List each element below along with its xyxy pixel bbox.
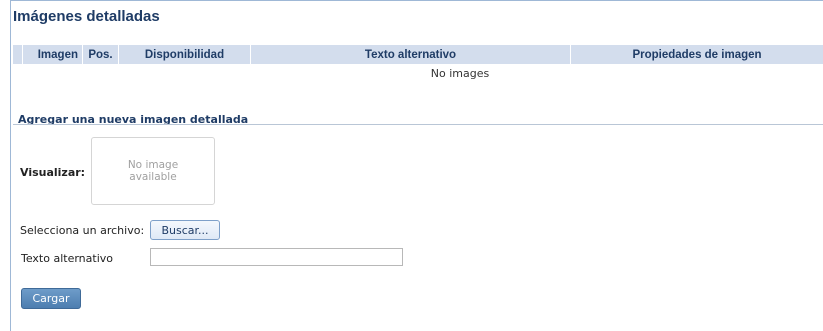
alt-text-input[interactable] — [150, 248, 403, 266]
column-header-availability: Disponibilidad — [119, 45, 251, 64]
upload-button[interactable]: Cargar — [21, 288, 81, 309]
images-table-header: Imagen Pos. Disponibilidad Texto alterna… — [13, 45, 823, 64]
column-header-image-properties: Propiedades de imagen — [632, 48, 762, 61]
section-divider — [13, 124, 823, 125]
preview-label: Visualizar: — [20, 166, 86, 179]
column-header-alt-text: Texto alternativo — [251, 45, 571, 64]
preview-placeholder: No image available — [128, 159, 178, 183]
preview-placeholder-line2: available — [129, 171, 177, 183]
browse-button[interactable]: Buscar... — [150, 220, 220, 240]
empty-table-message: No images — [430, 67, 490, 80]
header-spacer — [13, 45, 23, 64]
file-select-label: Selecciona un archivo: — [20, 224, 145, 237]
alt-text-label: Texto alternativo — [21, 252, 114, 265]
image-preview-box: No image available — [91, 137, 215, 205]
column-header-position: Pos. — [83, 45, 119, 64]
page-title: Imágenes detalladas — [13, 8, 160, 25]
preview-placeholder-line1: No image — [127, 159, 179, 171]
column-header-image: Imagen — [23, 45, 83, 64]
